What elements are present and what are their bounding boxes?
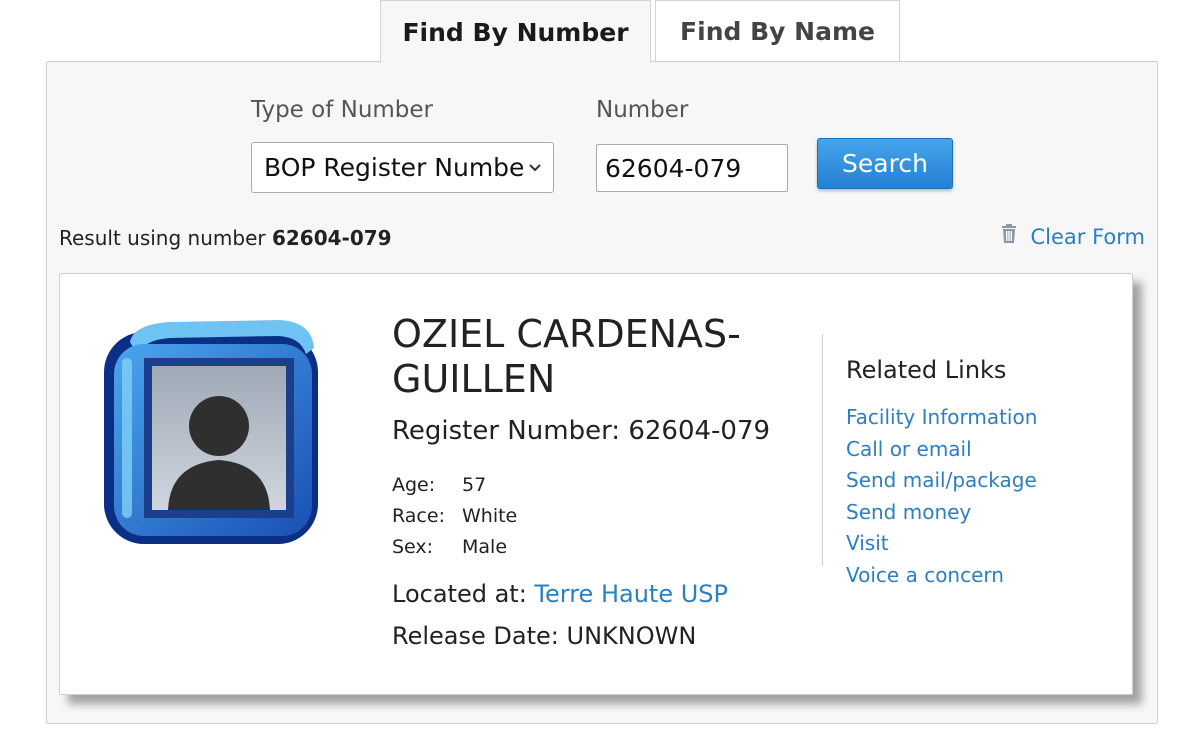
tab-find-by-name[interactable]: Find By Name bbox=[655, 0, 900, 62]
age-label: Age: bbox=[392, 474, 436, 496]
tab-find-by-name-label: Find By Name bbox=[680, 17, 875, 46]
number-label: Number bbox=[596, 97, 689, 123]
clear-form-button[interactable]: Clear Form bbox=[1001, 224, 1146, 249]
search-panel: Type of Number Number BOP Register Numbe… bbox=[46, 61, 1158, 724]
release-date-value: UNKNOWN bbox=[566, 622, 697, 650]
clear-form-label: Clear Form bbox=[1030, 224, 1146, 249]
link-send-money[interactable]: Send money bbox=[846, 497, 1037, 529]
chevron-down-icon bbox=[523, 160, 541, 176]
facility-link[interactable]: Terre Haute USP bbox=[534, 580, 728, 608]
race-row: Race: White bbox=[392, 505, 517, 527]
sex-value: Male bbox=[462, 536, 508, 558]
sex-row: Sex: Male bbox=[392, 536, 507, 558]
link-voice-a-concern[interactable]: Voice a concern bbox=[846, 560, 1037, 592]
inmate-result-card: OZIEL CARDENAS-GUILLEN Register Number: … bbox=[59, 273, 1133, 695]
result-prefix: Result using number bbox=[59, 226, 266, 250]
trash-icon bbox=[1001, 224, 1017, 249]
release-date: Release Date: UNKNOWN bbox=[392, 622, 696, 650]
register-number: Register Number: 62604-079 bbox=[392, 416, 770, 446]
link-visit[interactable]: Visit bbox=[846, 528, 1037, 560]
result-summary: Result using number 62604-079 bbox=[59, 226, 392, 250]
link-send-mail-package[interactable]: Send mail/package bbox=[846, 465, 1037, 497]
register-number-label: Register Number: bbox=[392, 416, 621, 446]
race-value: White bbox=[462, 505, 518, 527]
release-date-label: Release Date: bbox=[392, 622, 559, 650]
tab-find-by-number[interactable]: Find By Number bbox=[380, 0, 651, 63]
race-label: Race: bbox=[392, 505, 445, 527]
related-links-list: Facility Information Call or email Send … bbox=[846, 402, 1037, 591]
located-at-label: Located at: bbox=[392, 580, 527, 608]
default-person-avatar-icon bbox=[100, 314, 330, 554]
related-links-title: Related Links bbox=[846, 356, 1007, 384]
age-row: Age: 57 bbox=[392, 474, 486, 496]
type-of-number-label: Type of Number bbox=[251, 97, 434, 123]
tab-find-by-number-label: Find By Number bbox=[402, 17, 629, 47]
result-number: 62604-079 bbox=[271, 226, 392, 250]
inmate-name: OZIEL CARDENAS-GUILLEN bbox=[392, 312, 741, 401]
search-button[interactable]: Search bbox=[817, 138, 953, 189]
link-call-or-email[interactable]: Call or email bbox=[846, 434, 1037, 466]
age-value: 57 bbox=[462, 474, 487, 496]
type-of-number-select[interactable]: BOP Register Number bbox=[251, 142, 554, 193]
link-facility-information[interactable]: Facility Information bbox=[846, 402, 1037, 434]
number-input[interactable] bbox=[596, 144, 788, 192]
divider bbox=[822, 334, 823, 566]
sex-label: Sex: bbox=[392, 536, 434, 558]
register-number-value: 62604-079 bbox=[628, 416, 771, 446]
located-at: Located at: Terre Haute USP bbox=[392, 580, 728, 608]
type-of-number-selected-value: BOP Register Number bbox=[264, 153, 523, 182]
